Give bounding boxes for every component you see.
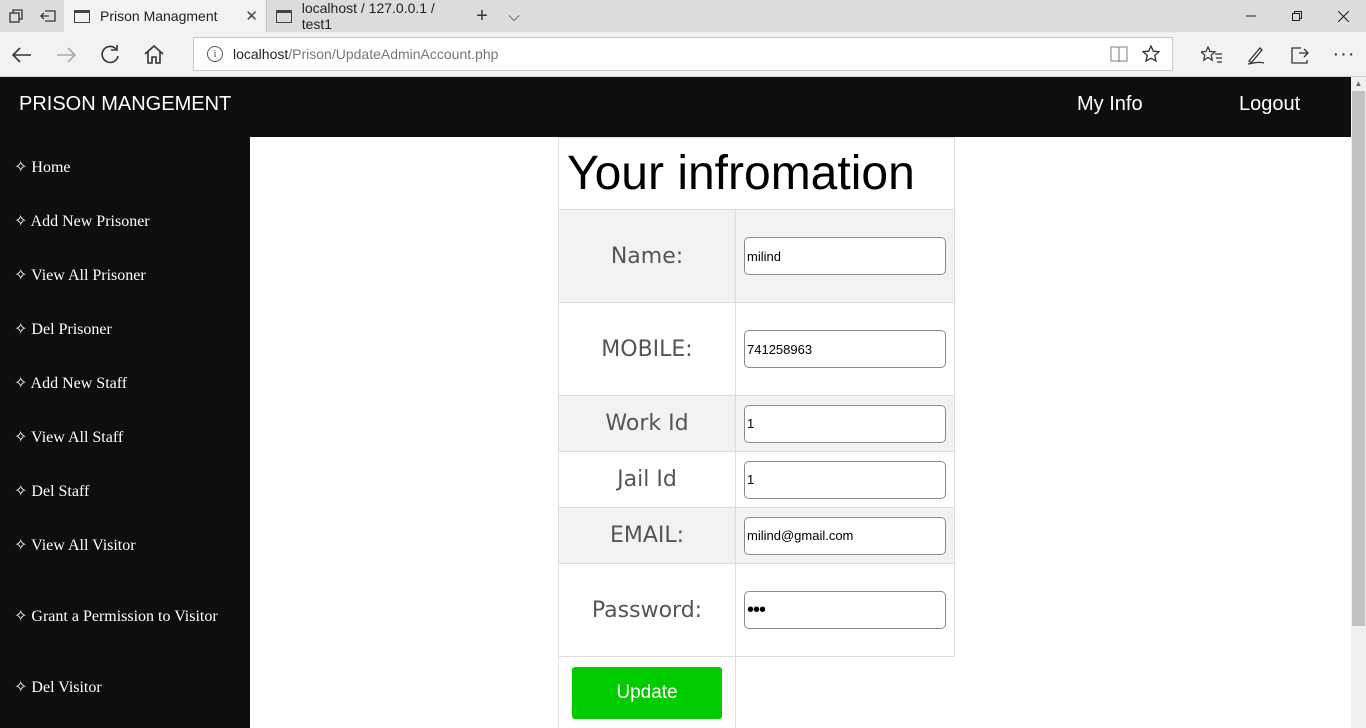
sidebar-item-label: View All Staff [31, 429, 124, 446]
page-icon [74, 9, 90, 23]
sparkle-bullet-icon: ✧ [14, 321, 28, 338]
mobile-label: MOBILE: [558, 302, 736, 396]
set-tabs-aside-icon[interactable] [32, 0, 64, 32]
sidebar-item-label: Del Staff [31, 483, 90, 500]
sidebar-item-label: Home [31, 159, 71, 176]
scroll-thumb[interactable] [1352, 91, 1365, 626]
url-host: localhost [233, 46, 289, 62]
sidebar-item-view-all-prisoner[interactable]: ✧ View All Prisoner [14, 265, 146, 285]
sidebar-item-label: View All Prisoner [31, 267, 146, 284]
name-label: Name: [558, 209, 736, 303]
password-label: Password: [558, 563, 736, 657]
email-input[interactable] [744, 516, 946, 555]
tab-title: Prison Managment [100, 8, 218, 24]
reading-view-icon[interactable] [1104, 38, 1134, 70]
sparkle-bullet-icon: ✧ [14, 375, 28, 392]
sparkle-bullet-icon: ✧ [14, 267, 28, 284]
sparkle-bullet-icon: ✧ [14, 213, 28, 230]
mobile-input[interactable] [744, 330, 946, 368]
tab-title: localhost / 127.0.0.1 / test1 [301, 0, 435, 32]
form-heading: Your infromation [558, 137, 955, 210]
restore-icon[interactable] [1274, 0, 1320, 32]
url-path: /Prison/UpdateAdminAccount.php [288, 46, 499, 62]
scroll-up-arrow-icon[interactable]: ▲ [1351, 77, 1366, 91]
sparkle-bullet-icon: ✧ [14, 679, 28, 696]
sparkle-bullet-icon: ✧ [14, 483, 28, 500]
minimize-icon[interactable] [1228, 0, 1274, 32]
sparkle-bullet-icon: ✧ [14, 537, 28, 554]
page-scrollbar[interactable]: ▲ [1351, 77, 1366, 728]
sidebar-item-label: Grant a Permission to Visitor [31, 608, 218, 625]
favorite-star-icon[interactable] [1136, 38, 1166, 70]
page-icon [276, 9, 292, 23]
password-input[interactable] [744, 591, 946, 629]
browser-tab-bar: Prison Managment ✕ localhost / 127.0.0.1… [0, 0, 1366, 32]
jail-id-label: Jail Id [558, 451, 736, 508]
sparkle-bullet-icon: ✧ [14, 608, 28, 625]
sidebar-item-grant-permission-visitor[interactable]: ✧ Grant a Permission to Visitor [14, 606, 218, 626]
sidebar-item-label: Del Prisoner [31, 321, 112, 338]
sidebar-item-label: Del Visitor [31, 679, 102, 696]
sparkle-bullet-icon: ✧ [14, 429, 28, 446]
logout-link[interactable]: Logout [1239, 77, 1300, 132]
sidebar-item-view-all-visitor[interactable]: ✧ View All Visitor [14, 535, 136, 555]
sidebar-item-del-prisoner[interactable]: ✧ Del Prisoner [14, 319, 112, 339]
tab-actions-icon[interactable] [0, 0, 32, 32]
home-icon[interactable] [132, 32, 176, 77]
forward-arrow-icon[interactable] [44, 32, 88, 77]
close-tab-icon[interactable]: ✕ [245, 0, 258, 32]
sidebar-nav: ✧ Home ✧ Add New Prisoner ✧ View All Pri… [0, 137, 250, 728]
sidebar-item-del-staff[interactable]: ✧ Del Staff [14, 481, 89, 501]
site-info-icon[interactable]: i [207, 46, 223, 62]
tab-localhost-test1[interactable]: localhost / 127.0.0.1 / test1 [266, 0, 466, 32]
name-input[interactable] [744, 237, 946, 275]
sidebar-item-label: Add New Staff [30, 375, 128, 392]
share-icon[interactable] [1278, 32, 1322, 77]
sidebar-item-label: Add New Prisoner [30, 213, 150, 230]
browser-toolbar: i localhost/Prison/UpdateAdminAccount.ph… [0, 32, 1366, 77]
sidebar-item-view-all-staff[interactable]: ✧ View All Staff [14, 427, 123, 447]
favorites-hub-icon[interactable] [1190, 32, 1234, 77]
more-options-icon[interactable]: ··· [1322, 32, 1366, 77]
site-header: PRISON MANGEMENT My Info Logout [0, 77, 1351, 137]
new-tab-icon[interactable]: + [466, 0, 498, 32]
tab-prison-managment[interactable]: Prison Managment ✕ [64, 0, 266, 32]
refresh-icon[interactable] [88, 32, 132, 77]
sidebar-item-add-new-staff[interactable]: ✧ Add New Staff [14, 373, 127, 393]
sparkle-bullet-icon: ✧ [14, 159, 28, 176]
back-arrow-icon[interactable] [0, 32, 44, 77]
work-id-label: Work Id [558, 395, 736, 452]
update-button[interactable]: Update [572, 666, 722, 719]
sidebar-item-del-visitor[interactable]: ✧ Del Visitor [14, 677, 102, 697]
account-info-form: Your infromation Name: MOBILE: Work Id J… [558, 137, 955, 728]
sidebar-item-add-new-prisoner[interactable]: ✧ Add New Prisoner [14, 211, 150, 231]
sidebar-item-label: View All Visitor [31, 537, 136, 554]
brand-title[interactable]: PRISON MANGEMENT [19, 77, 231, 132]
address-bar[interactable]: i localhost/Prison/UpdateAdminAccount.ph… [193, 37, 1173, 71]
web-note-pen-icon[interactable] [1234, 32, 1278, 77]
sidebar-item-home[interactable]: ✧ Home [14, 157, 71, 177]
email-label: EMAIL: [558, 507, 736, 564]
my-info-link[interactable]: My Info [1077, 77, 1143, 132]
tab-list-chevron-icon[interactable]: ⌵ [498, 0, 530, 32]
close-window-icon[interactable] [1320, 0, 1366, 32]
work-id-input[interactable] [744, 404, 946, 443]
jail-id-input[interactable] [744, 460, 946, 499]
